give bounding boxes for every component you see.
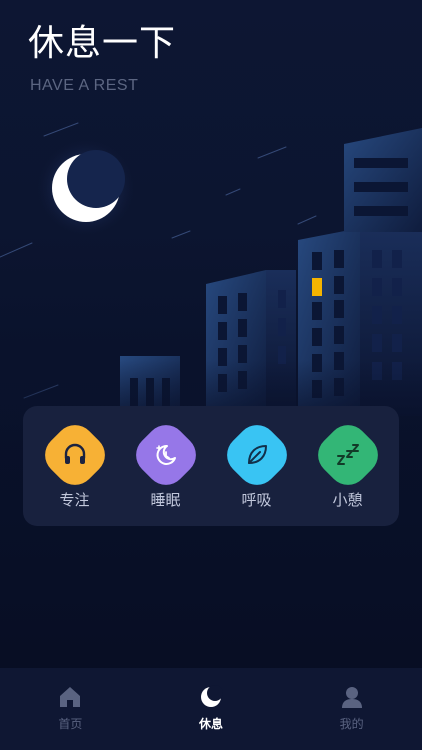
leaf-icon: [247, 445, 267, 464]
mode-sleep-icon-tile: [127, 416, 204, 494]
bottom-tab-bar: 首页 休息 我的: [0, 668, 422, 750]
tab-rest-label: 休息: [198, 717, 223, 731]
profile-icon: [341, 687, 362, 708]
moon-sleep-icon: [155, 444, 176, 465]
page-title: 休息一下: [28, 23, 177, 64]
mode-nap-icon-tile: [309, 416, 386, 494]
mode-sleep[interactable]: 睡眠: [126, 406, 206, 510]
rest-screen: 休息一下 HAVE A REST 专注 睡眠 呼吸 小憩 首页 休息 我的: [0, 0, 422, 750]
mode-nap-label: 小憩: [332, 491, 363, 509]
mode-focus-label: 专注: [59, 491, 90, 509]
tab-rest[interactable]: 休息: [161, 668, 261, 750]
rest-modes-card: 专注 睡眠 呼吸 小憩: [23, 406, 399, 526]
tab-mine[interactable]: 我的: [302, 668, 402, 750]
tab-home[interactable]: 首页: [20, 668, 120, 750]
mode-breathe[interactable]: 呼吸: [217, 406, 297, 510]
night-city-illustration: [0, 122, 422, 440]
mode-sleep-label: 睡眠: [150, 491, 181, 509]
tab-mine-label: 我的: [339, 717, 364, 731]
headphones-icon: [64, 443, 85, 464]
tab-home-label: 首页: [58, 717, 83, 731]
moon-icon: [200, 685, 223, 707]
mode-breathe-label: 呼吸: [241, 491, 272, 509]
mode-focus[interactable]: 专注: [35, 406, 115, 510]
lit-window: [312, 278, 322, 296]
page-subtitle: HAVE A REST: [30, 77, 139, 94]
home-icon: [60, 687, 81, 707]
building-top-right: [344, 128, 422, 232]
mode-focus-icon-tile: [36, 416, 113, 494]
mode-breathe-icon-tile: [218, 416, 295, 494]
zzz-icon: [336, 444, 359, 465]
moon: [38, 140, 134, 236]
mode-nap[interactable]: 小憩: [308, 406, 388, 510]
